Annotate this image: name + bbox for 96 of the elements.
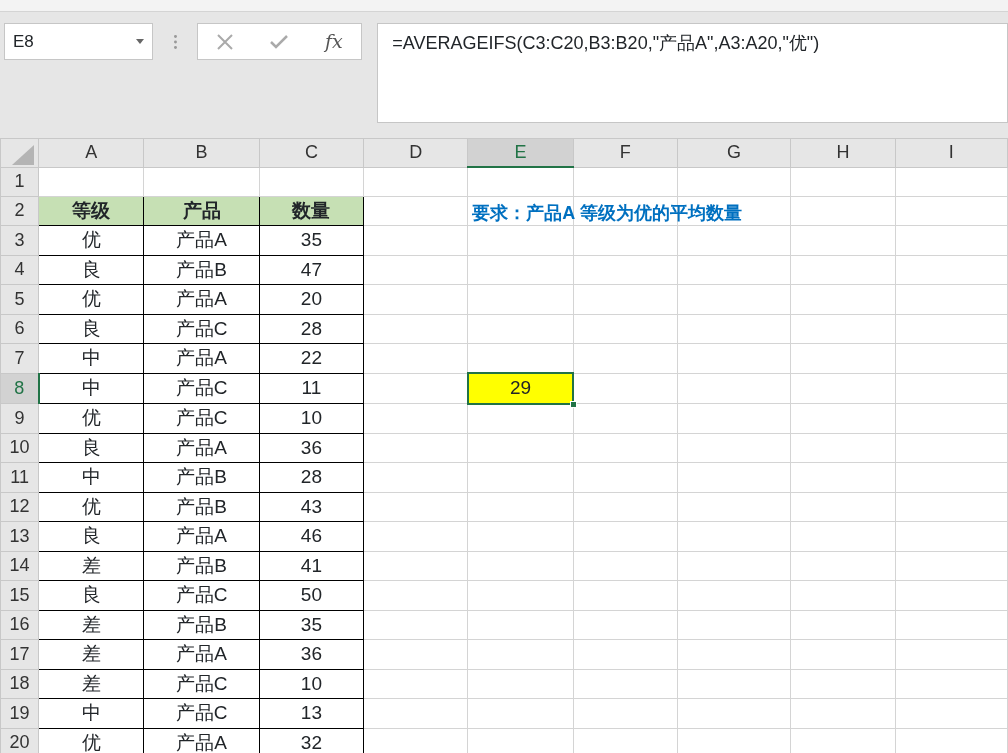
requirement-note: 要求：产品A 等级为优的平均数量 bbox=[472, 201, 742, 225]
table-cell: 46 bbox=[300, 525, 322, 546]
table-cell: 产品A bbox=[176, 643, 227, 664]
table-cell: 产品B bbox=[176, 613, 227, 635]
table-cell: 差 bbox=[81, 643, 101, 664]
table-cell: 中 bbox=[81, 702, 101, 723]
table-cell: 产品C bbox=[175, 672, 228, 694]
row-header[interactable]: 12 bbox=[0, 492, 39, 522]
row-header[interactable]: 9 bbox=[0, 403, 39, 433]
row-header[interactable]: 10 bbox=[0, 433, 39, 463]
table-cell: 产品B bbox=[176, 258, 227, 280]
table-cell: 47 bbox=[300, 258, 322, 280]
table-cell: 产品A bbox=[176, 229, 227, 250]
row-header[interactable]: 1 bbox=[0, 167, 39, 196]
insert-function-button[interactable]: fx bbox=[325, 27, 343, 56]
row-header[interactable]: 2 bbox=[0, 196, 39, 226]
table-cell: 35 bbox=[300, 613, 322, 635]
table-cell: 良 bbox=[81, 258, 101, 280]
column-header[interactable]: C bbox=[259, 138, 364, 167]
table-cell: 产品A bbox=[176, 731, 227, 753]
column-header[interactable]: H bbox=[790, 138, 896, 167]
table-cell: 产品C bbox=[175, 584, 228, 605]
table-cell: 产品C bbox=[175, 702, 228, 723]
table-cell: 中 bbox=[81, 466, 101, 487]
table-cell: 优 bbox=[81, 229, 101, 250]
formula-field[interactable]: =AVERAGEIFS(C3:C20,B3:B20,"产品A",A3:A20,"优") bbox=[377, 23, 1008, 123]
table-cell: 产品B bbox=[176, 495, 227, 517]
column-header[interactable]: B bbox=[143, 138, 260, 167]
table-cell: 良 bbox=[81, 436, 101, 458]
table-cell: 产品A bbox=[176, 525, 227, 546]
table-cell: 中 bbox=[81, 347, 101, 368]
name-box[interactable]: E8 bbox=[4, 23, 153, 60]
table-cell: 中 bbox=[82, 377, 101, 398]
table-cell: 43 bbox=[300, 495, 322, 517]
cancel-icon[interactable] bbox=[216, 33, 233, 50]
check-icon[interactable] bbox=[269, 34, 288, 49]
row-header[interactable]: 7 bbox=[0, 343, 39, 373]
table-cell: 差 bbox=[81, 554, 101, 576]
column-header[interactable]: A bbox=[38, 138, 144, 167]
row-header[interactable]: 14 bbox=[0, 551, 39, 581]
row-header[interactable]: 17 bbox=[0, 639, 39, 669]
caret-icon bbox=[135, 39, 144, 44]
table-cell: 良 bbox=[81, 525, 101, 546]
row-header[interactable]: 6 bbox=[0, 314, 39, 344]
row-header[interactable]: 3 bbox=[0, 225, 39, 255]
table-cell: 优 bbox=[81, 288, 101, 309]
table-cell: 差 bbox=[81, 672, 101, 694]
table-cell: 28 bbox=[300, 466, 322, 487]
table-cell: 产品B bbox=[176, 466, 227, 487]
column-heading: 数量 bbox=[292, 199, 331, 221]
row-header[interactable]: 18 bbox=[0, 669, 39, 699]
table-cell: 36 bbox=[300, 643, 322, 664]
table-cell: 22 bbox=[300, 347, 322, 368]
table-cell: 10 bbox=[300, 672, 322, 694]
row-header[interactable]: 4 bbox=[0, 255, 39, 285]
row-header[interactable]: 15 bbox=[0, 580, 39, 610]
table-cell: 41 bbox=[300, 554, 322, 576]
table-cell: 良 bbox=[81, 584, 101, 605]
table-cell: 10 bbox=[300, 407, 322, 428]
table-cell: 产品C bbox=[175, 377, 228, 398]
table-cell: 优 bbox=[81, 407, 101, 428]
row-header[interactable]: 19 bbox=[0, 698, 39, 728]
table-cell: 32 bbox=[300, 731, 322, 753]
table-cell: 产品A bbox=[176, 288, 227, 309]
table-cell: 优 bbox=[81, 731, 101, 753]
table-cell: 28 bbox=[300, 317, 322, 339]
table-cell: 50 bbox=[300, 584, 322, 605]
row-header[interactable]: 16 bbox=[0, 610, 39, 640]
table-cell: 36 bbox=[300, 436, 322, 458]
select-all-icon[interactable] bbox=[12, 144, 35, 165]
row-header[interactable]: 8 bbox=[0, 373, 39, 404]
table-cell: 20 bbox=[300, 288, 322, 309]
row-header[interactable]: 13 bbox=[0, 521, 39, 551]
column-header[interactable]: E bbox=[467, 138, 574, 167]
table-cell: 产品A bbox=[176, 436, 227, 458]
column-heading: 等级 bbox=[72, 199, 111, 221]
table-cell: 良 bbox=[81, 317, 101, 339]
table-cell: 13 bbox=[300, 702, 322, 723]
table-cell: 差 bbox=[81, 613, 101, 635]
table-cell: 11 bbox=[301, 377, 322, 398]
table-cell: 产品A bbox=[176, 347, 227, 368]
column-header[interactable]: G bbox=[677, 138, 791, 167]
table-cell: 产品C bbox=[175, 407, 228, 428]
table-cell: 产品C bbox=[175, 317, 228, 339]
column-header[interactable]: F bbox=[573, 138, 678, 167]
row-header[interactable]: 11 bbox=[0, 462, 39, 492]
row-header[interactable]: 5 bbox=[0, 284, 39, 314]
table-cell: 产品B bbox=[176, 554, 227, 576]
column-header[interactable]: D bbox=[363, 138, 468, 167]
column-heading: 产品 bbox=[182, 199, 221, 221]
table-cell: 优 bbox=[81, 495, 101, 517]
fill-handle[interactable] bbox=[570, 400, 578, 408]
table-cell: 35 bbox=[300, 229, 322, 250]
column-header[interactable]: I bbox=[895, 138, 1008, 167]
row-header[interactable]: 20 bbox=[0, 728, 39, 753]
drag-handle-icon bbox=[173, 35, 177, 49]
